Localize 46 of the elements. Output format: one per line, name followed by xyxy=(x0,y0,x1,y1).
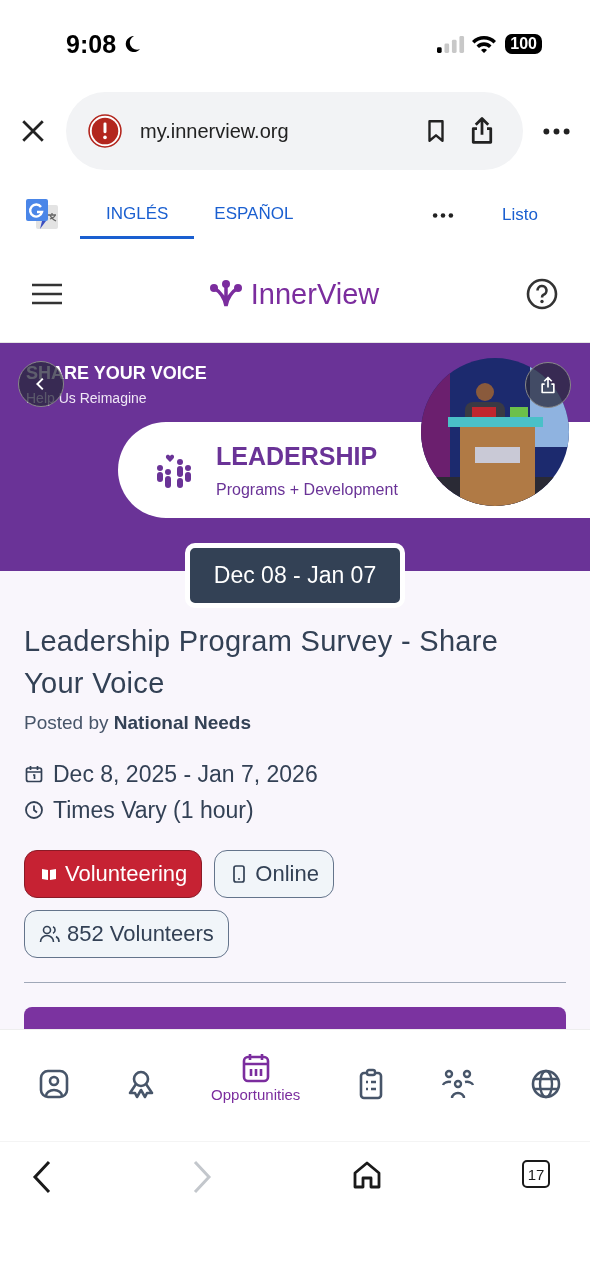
menu-icon[interactable] xyxy=(32,283,62,305)
home-icon xyxy=(352,1160,382,1190)
profile-nav-item[interactable] xyxy=(38,1068,70,1100)
warning-icon xyxy=(88,114,122,148)
more-icon[interactable] xyxy=(432,211,455,219)
signal-icon xyxy=(437,34,466,54)
share-icon xyxy=(538,375,558,395)
battery-indicator: 100 xyxy=(505,34,542,54)
calendar-icon xyxy=(24,764,44,784)
online-tag: Online xyxy=(214,850,334,898)
url-text: my.innerview.org xyxy=(140,119,289,143)
wifi-icon xyxy=(471,34,498,54)
volunteers-tag: 852 Volunteers xyxy=(24,910,229,958)
logo-text: InnerView xyxy=(250,277,380,311)
done-button[interactable]: Listo xyxy=(502,205,538,225)
posted-by-text: Posted by National Needs xyxy=(24,712,253,734)
opportunity-title: Leadership Program Survey - Share Your Voice xyxy=(24,624,500,701)
browser-back-button[interactable] xyxy=(32,1160,52,1194)
globe-nav-item[interactable] xyxy=(529,1068,562,1100)
status-time: 9:08 xyxy=(66,29,117,59)
globe-icon xyxy=(529,1068,562,1100)
address-bar[interactable]: my.innerview.org xyxy=(66,92,523,170)
banner-subtitle: Help Us Reimagine xyxy=(26,390,148,406)
clock-icon xyxy=(24,800,44,820)
chevron-right-icon xyxy=(192,1160,212,1194)
home-button[interactable] xyxy=(352,1160,382,1190)
banner-heading: LEADERSHIP xyxy=(216,441,379,471)
group-nav-item[interactable] xyxy=(441,1068,476,1100)
date-range-text: Dec 8, 2025 - Jan 7, 2026 xyxy=(53,760,318,788)
banner-tagline: Programs + Development xyxy=(216,480,398,499)
banner-eyebrow: SHARE YOUR VOICE xyxy=(26,363,208,384)
help-icon[interactable] xyxy=(526,278,558,310)
people-icon xyxy=(441,1068,476,1100)
logo-icon xyxy=(208,280,243,308)
language-tab[interactable]: INGLÉS xyxy=(80,191,195,239)
people-icon xyxy=(39,924,61,944)
more-icon[interactable] xyxy=(543,126,570,136)
chevron-left-icon xyxy=(32,1160,52,1194)
time-text: Times Vary (1 hour) xyxy=(53,796,254,824)
tabs-button[interactable]: 17 xyxy=(522,1160,550,1188)
close-icon[interactable] xyxy=(20,118,46,144)
calendar-nav-item[interactable]: Opportunities xyxy=(211,1052,301,1103)
share-button[interactable] xyxy=(525,362,571,408)
date-range-badge: Dec 08 - Jan 07 xyxy=(184,543,406,608)
profile-icon xyxy=(38,1068,70,1100)
category-tag: Volunteering xyxy=(24,850,203,898)
